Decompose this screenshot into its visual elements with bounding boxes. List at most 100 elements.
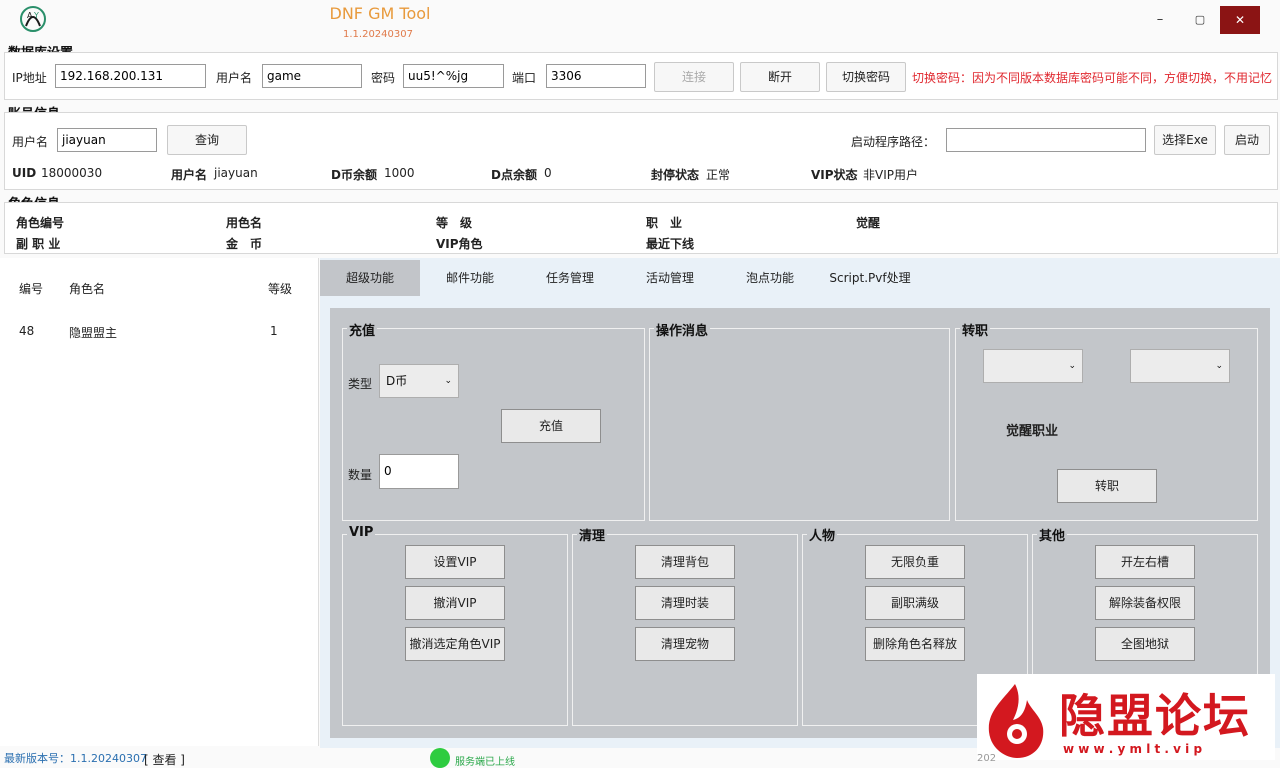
query-button[interactable]: 查询 — [167, 125, 247, 155]
db-port-label: 端口 — [512, 71, 537, 85]
transfer-title: 转职 — [960, 320, 991, 339]
clean-fashion-button[interactable]: 清理时装 — [635, 586, 735, 620]
account-user-input[interactable]: jiayuan — [57, 128, 157, 152]
col-header-level[interactable]: 等级 — [268, 280, 292, 297]
online-indicator-icon — [430, 748, 450, 768]
col-header-name[interactable]: 角色名 — [69, 280, 105, 297]
character-title: 人物 — [807, 525, 838, 544]
db-port-input[interactable]: 3306 — [546, 64, 646, 88]
vip-status-label: VIP状态 — [811, 168, 858, 182]
delete-role-name-button[interactable]: 删除角色名释放 — [865, 627, 965, 661]
ip-input[interactable]: 192.168.200.131 — [55, 64, 206, 88]
recharge-title: 充值 — [347, 320, 378, 339]
name-value: jiayuan — [214, 166, 258, 180]
role-id-label: 角色编号 — [16, 216, 65, 230]
recharge-type-select[interactable]: D币 ⌄ — [379, 364, 459, 398]
server-status-text: 服务端已上线 — [455, 757, 515, 768]
main-window: A Y DNF GM Tool 1.1.20240307 – ▢ ✕ 数据库设置… — [0, 0, 1280, 768]
role-name-label: 用色名 — [226, 216, 263, 230]
col-header-id[interactable]: 编号 — [19, 280, 43, 297]
chevron-down-icon: ⌄ — [1215, 361, 1223, 371]
clean-bag-button[interactable]: 清理背包 — [635, 545, 735, 579]
recharge-type-label: 类型 — [348, 377, 373, 391]
tab-task[interactable]: 任务管理 — [520, 260, 620, 296]
dcoin-value: 1000 — [384, 166, 415, 180]
launch-button[interactable]: 启动 — [1224, 125, 1270, 155]
svg-text:Y: Y — [33, 11, 39, 20]
app-version: 1.1.20240307 — [343, 29, 413, 40]
row-id: 48 — [19, 324, 35, 338]
transfer-job-select-2[interactable]: ⌄ — [1130, 349, 1230, 383]
minimize-button[interactable]: – — [1142, 8, 1178, 34]
unlimited-weight-button[interactable]: 无限负重 — [865, 545, 965, 579]
tab-activity[interactable]: 活动管理 — [620, 260, 720, 296]
cancel-selected-role-vip-button[interactable]: 撤消选定角色VIP — [405, 627, 505, 661]
other-title: 其他 — [1037, 525, 1068, 544]
launch-path-label: 启动程序路径： — [851, 135, 936, 149]
ip-label: IP地址 — [12, 71, 47, 85]
recharge-amount-label: 数量 — [348, 468, 373, 482]
open-slots-button[interactable]: 开左右槽 — [1095, 545, 1195, 579]
role-awake-label: 觉醒 — [856, 216, 881, 230]
ban-status-label: 封停状态 — [651, 168, 700, 182]
launch-path-input[interactable] — [946, 128, 1146, 152]
chevron-down-icon: ⌄ — [1068, 361, 1076, 371]
clean-pet-button[interactable]: 清理宠物 — [635, 627, 735, 661]
dpoint-label: D点余额 — [491, 168, 537, 182]
app-title: DNF GM Tool — [329, 4, 431, 23]
switch-password-hint: 切换密码：因为不同版本数据库密码可能不同，方便切换，不用记忆 — [912, 71, 1273, 85]
all-map-hell-button[interactable]: 全图地狱 — [1095, 627, 1195, 661]
role-gold-label: 金 币 — [226, 237, 263, 251]
tab-script-pvf[interactable]: Script.Pvf处理 — [820, 260, 920, 296]
transfer-button[interactable]: 转职 — [1057, 469, 1157, 503]
awake-job-label: 觉醒职业 — [1006, 424, 1059, 439]
tab-mail[interactable]: 邮件功能 — [420, 260, 520, 296]
recharge-amount-input[interactable]: 0 — [379, 454, 459, 489]
db-user-input[interactable]: game — [262, 64, 362, 88]
watermark-text: 隐盟论坛 — [1059, 689, 1251, 743]
row-name: 隐盟盟主 — [69, 326, 118, 340]
role-level-label: 等 级 — [436, 216, 473, 230]
ban-status-value: 正常 — [706, 168, 731, 182]
close-button[interactable]: ✕ — [1220, 6, 1260, 34]
role-subjob-label: 副 职 业 — [16, 237, 61, 251]
table-row[interactable]: 48 隐盟盟主 1 — [0, 314, 318, 348]
view-link[interactable]: [ 查看 ] — [144, 751, 185, 768]
row-level: 1 — [270, 324, 278, 338]
status-time: 202 — [977, 753, 997, 764]
remove-equip-limit-button[interactable]: 解除装备权限 — [1095, 586, 1195, 620]
recharge-button[interactable]: 充值 — [501, 409, 601, 443]
db-pwd-label: 密码 — [371, 71, 396, 85]
svg-text:A: A — [27, 11, 33, 20]
recharge-type-value: D币 — [386, 374, 408, 388]
app-logo-icon: A Y — [18, 4, 48, 34]
tab-bubble[interactable]: 泡点功能 — [720, 260, 820, 296]
flame-logo-icon — [988, 684, 1044, 758]
tab-super[interactable]: 超级功能 — [320, 260, 420, 296]
role-vip-label: VIP角色 — [436, 237, 483, 251]
maximize-button[interactable]: ▢ — [1182, 8, 1218, 34]
role-info-group — [4, 202, 1278, 254]
set-vip-button[interactable]: 设置VIP — [405, 545, 505, 579]
uid-label: UID — [12, 166, 37, 180]
db-pwd-input[interactable]: uu5!^%jg — [403, 64, 504, 88]
disconnect-button[interactable]: 断开 — [740, 62, 820, 92]
oplog-group — [649, 328, 950, 521]
oplog-title: 操作消息 — [654, 320, 711, 339]
switch-password-button[interactable]: 切换密码 — [826, 62, 906, 92]
name-label: 用户名 — [171, 168, 208, 182]
role-list[interactable]: 编号 角色名 等级 48 隐盟盟主 1 — [0, 258, 319, 746]
cancel-vip-button[interactable]: 撤消VIP — [405, 586, 505, 620]
watermark-logo: 隐盟论坛 w w w . y m l t . v i p — [977, 674, 1275, 760]
choose-exe-button[interactable]: 选择Exe — [1154, 125, 1216, 155]
transfer-job-select-1[interactable]: ⌄ — [983, 349, 1083, 383]
dcoin-label: D币余额 — [331, 168, 377, 182]
clean-title: 清理 — [577, 525, 608, 544]
chevron-down-icon: ⌄ — [444, 376, 452, 386]
vip-title: VIP — [347, 525, 376, 540]
subjob-max-button[interactable]: 副职满级 — [865, 586, 965, 620]
latest-version-text: 最新版本号：1.1.20240307 — [4, 752, 147, 765]
watermark-url: w w w . y m l t . v i p — [1063, 742, 1203, 756]
uid-value: 18000030 — [41, 166, 103, 180]
connect-button[interactable]: 连接 — [654, 62, 734, 92]
